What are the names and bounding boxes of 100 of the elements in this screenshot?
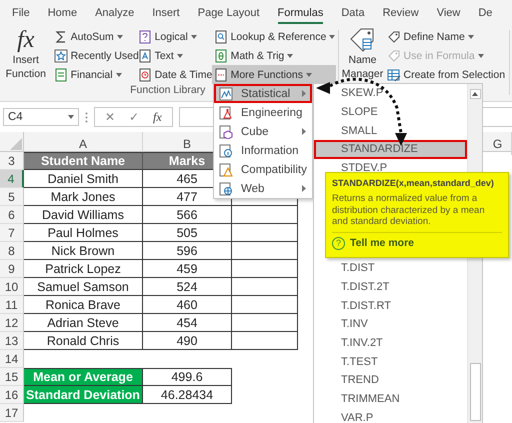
ribbon-tab[interactable]: View [436,2,460,24]
row-header[interactable]: 8 [0,242,24,260]
ribbon-tab[interactable]: Data [341,2,365,24]
table-cell [232,206,298,224]
list-item[interactable]: SLOPE [314,102,467,122]
table-cell [232,242,298,260]
ribbon-tab[interactable]: Home [48,2,78,24]
grid-icon [386,68,401,82]
clock-icon [138,68,152,82]
list-item[interactable]: SMALL [314,121,467,140]
row-header[interactable]: 3 [0,152,24,170]
ribbon-tab[interactable]: Analyze [95,2,134,24]
list-item[interactable]: TRIMMEAN [314,390,467,408]
ribbon-button[interactable]: Lookup & Reference [212,27,336,46]
row-header[interactable]: 11 [0,296,24,314]
caret-icon [329,34,336,38]
insert-function-button[interactable]: fx Insert Function [0,27,52,81]
row-header[interactable]: 12 [0,314,24,332]
name-box[interactable]: C4 [3,108,79,126]
table-cell: Ronica Brave [24,296,143,314]
ribbon-button[interactable]: Financial [52,65,136,84]
ribbon-tab[interactable]: Insert [152,2,180,24]
table-cell [232,278,298,296]
row-header[interactable]: 14 [0,350,24,368]
list-item[interactable]: VAR.P [314,408,467,423]
star-icon [54,48,68,62]
row-header[interactable]: 17 [0,404,24,422]
table-cell: David Williams [24,206,143,224]
table-cell: Patrick Lopez [24,260,143,278]
list-item[interactable]: T.DIST.2T [314,278,467,296]
lookup-icon [214,30,228,44]
list-item[interactable]: SKEW.P [314,84,467,103]
enter-button[interactable]: ✓ [129,110,139,124]
list-item[interactable]: T.DIST.RT [314,296,467,315]
ribbon-tab[interactable]: File [12,2,30,24]
summary-label: Standard Deviation [24,386,143,404]
book-icon [54,68,68,82]
list-item[interactable]: T.INV.2T [314,334,467,352]
row-header[interactable]: 9 [0,260,24,278]
math-book-icon [214,48,228,62]
row-header[interactable]: 4 [0,170,24,188]
ribbon-button[interactable]: AutoSum [52,27,136,46]
cancel-button[interactable]: ✕ [105,110,115,124]
column-header[interactable]: G [484,132,512,155]
insert-function-button[interactable]: fx [153,110,162,124]
help-icon: ? [332,236,345,250]
select-all-icon[interactable] [10,138,22,150]
caret-icon [116,34,123,38]
list-item[interactable]: T.INV [314,314,467,334]
table-cell: 499.6 [143,368,232,386]
caret-icon [68,115,74,119]
globe-icon [219,182,233,196]
submenu-arrow-icon [302,90,306,97]
table-cell: 46.28434 [143,386,232,404]
table-cell: Adrian Steve [24,314,143,332]
list-item[interactable]: STANDARDIZE [314,140,467,159]
text-book-icon [138,48,152,62]
row-header[interactable]: 7 [0,224,24,242]
row-header[interactable]: 15 [0,368,24,386]
row-header[interactable]: 10 [0,278,24,296]
menu-item[interactable]: Statistical [214,84,312,103]
group-label: Function Library [130,84,206,98]
caret-icon [116,72,122,76]
tag-icon [386,30,401,44]
ribbon-tab[interactable]: Formulas [278,2,324,24]
ribbon-button[interactable]: Logical [136,27,212,46]
row-header[interactable]: 13 [0,332,24,350]
row-header[interactable]: 16 [0,386,24,404]
ribbon-tab[interactable]: De [478,2,492,24]
ribbon-button[interactable]: Define Name [384,27,508,46]
tell-me-more-link[interactable]: Tell me more [350,237,414,249]
ribbon-tab[interactable]: Page Layout [198,2,260,24]
ribbon-tab[interactable]: Review [382,2,419,24]
ribbon-button[interactable]: Math & Trig [212,46,336,65]
table-cell: Paul Holmes [24,224,143,242]
chart-icon [219,86,233,100]
function-signature: STANDARDIZE(x,mean,standard_dev) [332,177,494,189]
table-cell [232,296,298,314]
row-header[interactable]: 5 [0,188,24,206]
list-item[interactable]: TREND [314,370,467,390]
name-manager-button[interactable]: Name Manager [340,27,385,81]
scroll-up-icon[interactable] [472,92,478,96]
list-item[interactable]: T.TEST [314,352,467,371]
ribbon-button[interactable]: More Functions [212,65,336,84]
caret-icon [287,54,294,58]
table-cell: 524 [143,278,232,296]
table-cell: Mark Jones [24,188,143,206]
table-cell [232,314,298,332]
row-header[interactable]: 6 [0,206,24,224]
submenu-arrow-icon [302,185,306,192]
table-cell: 490 [143,332,232,350]
menu-item[interactable]: Engineering [214,103,312,122]
table-cell: Daniel Smith [24,170,143,188]
function-description: Returns a normalized value from a distribution characterized by a mean and standard deviation. [332,193,486,228]
handle-icon [85,112,88,122]
caret-icon [306,72,312,76]
ribbon-button[interactable]: Create from Selection [384,65,508,84]
scroll-thumb[interactable] [470,363,480,421]
list-item[interactable]: T.DIST [314,258,467,278]
table-cell [232,224,298,242]
